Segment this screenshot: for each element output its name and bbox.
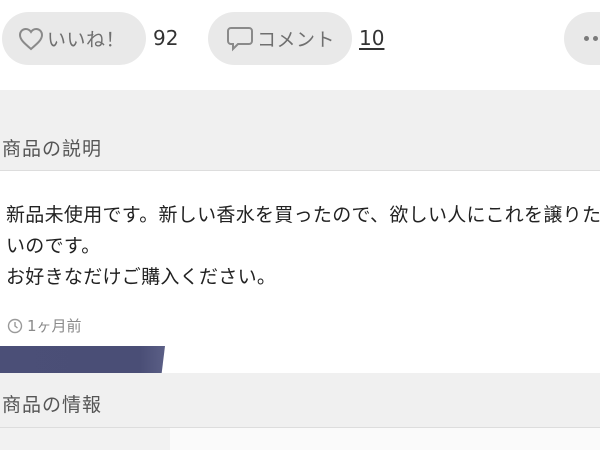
- description-text: 新品未使用です。新しい香水を買ったので、欲しい人にこれを譲りた いのです。 お好…: [6, 204, 600, 288]
- more-icon: [584, 36, 600, 41]
- more-button[interactable]: [564, 12, 600, 65]
- comment-count-link[interactable]: 10: [359, 26, 384, 50]
- redaction-strip: [0, 346, 165, 373]
- heart-icon: [18, 27, 44, 50]
- item-page: いいね！ 92 コメント 10 商品の説明 新品未使用です。新しい香水を買ったの…: [0, 0, 600, 450]
- info-section-header: 商品の情報: [0, 373, 600, 428]
- timestamp-text: 1ヶ月前: [27, 317, 82, 335]
- description-section-header: 商品の説明: [0, 90, 600, 171]
- posted-time: 1ヶ月前: [7, 315, 82, 336]
- comment-label: コメント: [257, 29, 336, 51]
- speech-bubble-icon: [227, 26, 253, 51]
- description-section-title: 商品の説明: [2, 138, 103, 160]
- like-button[interactable]: いいね！: [2, 12, 146, 65]
- like-count: 92: [153, 26, 179, 50]
- comment-button[interactable]: コメント: [208, 12, 352, 65]
- like-label: いいね！: [47, 29, 126, 51]
- info-content-block: [0, 428, 170, 450]
- clock-icon: [7, 318, 23, 333]
- info-section-title: 商品の情報: [2, 394, 103, 416]
- action-bar: いいね！ 92 コメント 10: [0, 0, 600, 90]
